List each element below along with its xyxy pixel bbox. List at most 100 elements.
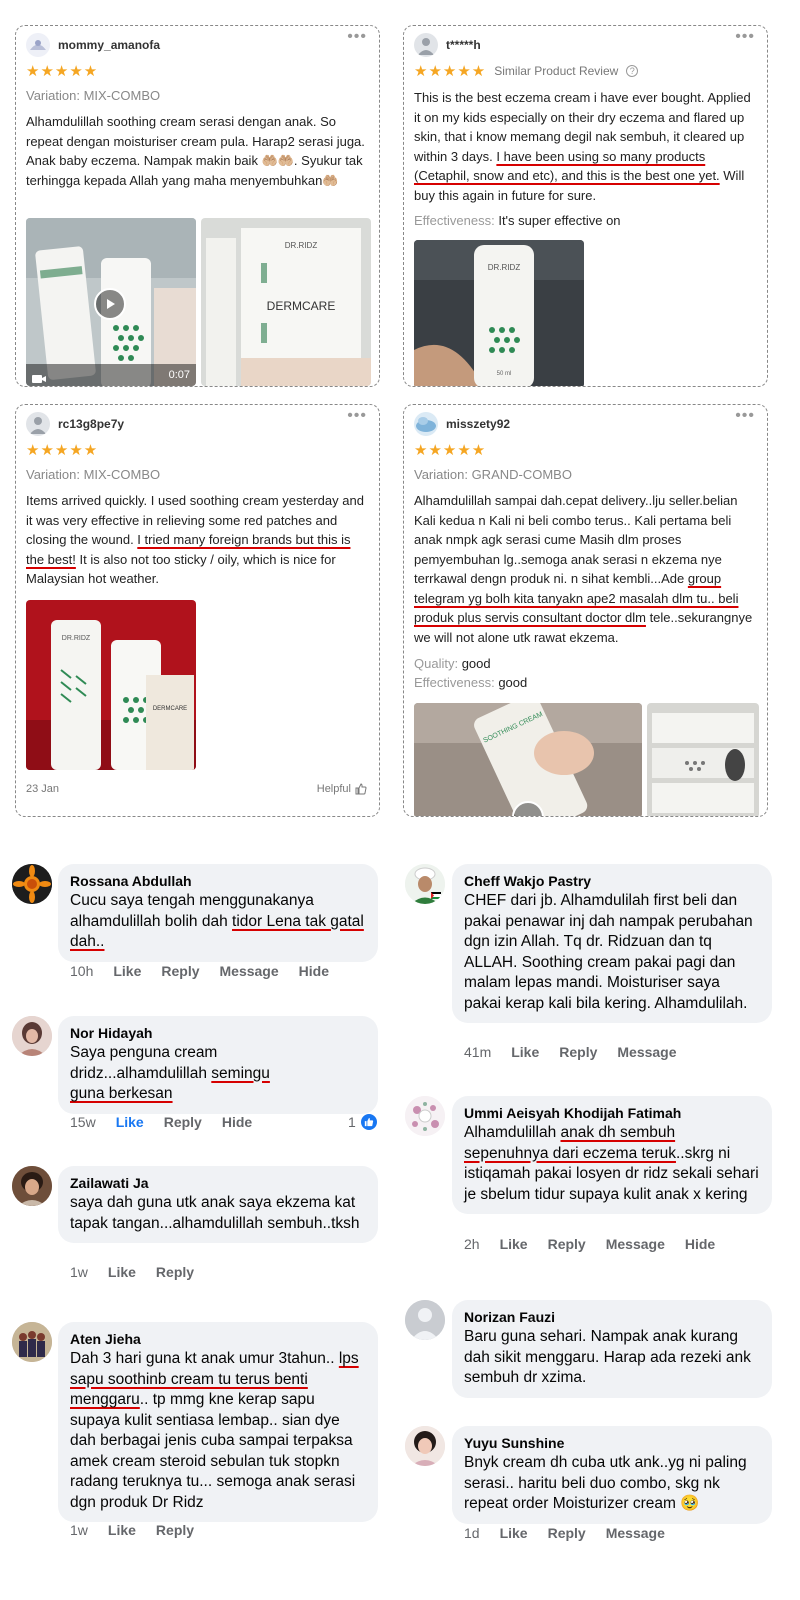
review-video-thumbnail[interactable]: 0:07 — [26, 218, 196, 386]
reply-button[interactable]: Reply — [164, 1114, 202, 1130]
commenter-name[interactable]: Norizan Fauzi — [464, 1308, 760, 1327]
comment-bubble: Ummi Aeisyah Khodijah Fatimah Alhamdulil… — [452, 1096, 772, 1214]
commenter-name[interactable]: Ummi Aeisyah Khodijah Fatimah — [464, 1104, 760, 1123]
hide-button[interactable]: Hide — [685, 1236, 715, 1252]
review-username[interactable]: misszety92 — [446, 417, 510, 431]
review-variation: Variation: MIX-COMBO — [26, 467, 161, 482]
quality-row: Quality: good — [414, 654, 757, 674]
stars-icon: ★★★★★ — [26, 63, 99, 80]
avatar[interactable] — [405, 1300, 445, 1340]
like-button[interactable]: Like — [511, 1044, 539, 1060]
like-button[interactable]: Like — [113, 963, 141, 979]
user-avatar[interactable] — [414, 33, 438, 57]
effectiveness-label: Effectiveness: — [414, 675, 495, 690]
comment-timestamp[interactable]: 1w — [70, 1264, 88, 1280]
reply-button[interactable]: Reply — [156, 1522, 194, 1538]
user-avatar[interactable] — [414, 412, 438, 436]
photo-dermcare-text: DERMCARE — [267, 299, 336, 313]
commenter-name[interactable]: Cheff Wakjo Pastry — [464, 872, 760, 891]
review-username[interactable]: rc13g8pe7y — [58, 417, 124, 431]
comment-timestamp[interactable]: 2h — [464, 1236, 480, 1252]
commenter-name[interactable]: Nor Hidayah — [70, 1024, 366, 1043]
reply-button[interactable]: Reply — [161, 963, 199, 979]
photo-volume-text: 50 ml — [497, 371, 512, 377]
comment-timestamp[interactable]: 41m — [464, 1044, 491, 1060]
review-video-thumbnail[interactable]: SOOTHING CREAM — [414, 703, 642, 816]
commenter-name[interactable]: Zailawati Ja — [70, 1174, 366, 1193]
reply-button[interactable]: Reply — [156, 1264, 194, 1280]
commenter-name[interactable]: Yuyu Sunshine — [464, 1434, 760, 1453]
avatar[interactable] — [12, 864, 52, 904]
comment-text-part: Saya penguna cream dridz...alhamdulillah — [70, 1044, 218, 1082]
comment-text-part: .. tp mmg kne kerap sapu supaya kulit se… — [70, 1391, 356, 1511]
message-button[interactable]: Message — [606, 1236, 665, 1252]
like-button[interactable]: Like — [500, 1525, 528, 1541]
user-avatar[interactable] — [26, 412, 50, 436]
review-text: This is the best eczema cream i have eve… — [414, 88, 757, 205]
comment-timestamp[interactable]: 15w — [70, 1114, 96, 1130]
like-button[interactable]: Like — [116, 1114, 144, 1130]
review-footer: 23 Jan Helpful — [26, 783, 367, 795]
comment-actions: 2h Like Reply Message Hide — [464, 1236, 715, 1252]
hide-button[interactable]: Hide — [222, 1114, 252, 1130]
avatar[interactable] — [12, 1166, 52, 1206]
helpful-button[interactable]: Helpful — [317, 783, 367, 795]
commenter-name[interactable]: Rossana Abdullah — [70, 872, 366, 891]
reaction-count[interactable]: 1 — [348, 1114, 377, 1130]
review-photo[interactable] — [647, 703, 759, 816]
avatar[interactable] — [405, 1096, 445, 1136]
review-photo[interactable]: DR.RIDZ DERMCARE — [201, 218, 371, 386]
comment-text: saya dah guna utk anak saya ekzema kat t… — [70, 1194, 360, 1232]
message-button[interactable]: Message — [606, 1525, 665, 1541]
like-button[interactable]: Like — [108, 1264, 136, 1280]
stars-icon: ★★★★★ — [414, 63, 487, 80]
star-rating: ★★★★★ — [26, 62, 98, 80]
comment-timestamp[interactable]: 1w — [70, 1522, 88, 1538]
comment-actions: 15w Like Reply Hide — [70, 1114, 252, 1130]
reply-button[interactable]: Reply — [559, 1044, 597, 1060]
like-button[interactable]: Like — [500, 1236, 528, 1252]
effectiveness-row: Effectiveness: good — [414, 673, 757, 693]
star-rating: ★★★★★ — [26, 441, 98, 459]
video-camera-icon — [32, 371, 46, 386]
comment-bubble: Zailawati Ja saya dah guna utk anak saya… — [58, 1166, 378, 1243]
comment-timestamp[interactable]: 1d — [464, 1525, 480, 1541]
hide-button[interactable]: Hide — [299, 963, 329, 979]
comment-timestamp[interactable]: 10h — [70, 963, 93, 979]
similar-review-label: Similar Product Review — [494, 64, 619, 78]
like-reaction-icon — [360, 1114, 377, 1130]
star-rating: ★★★★★ — [414, 441, 486, 459]
more-options-icon[interactable]: ••• — [735, 407, 755, 425]
message-button[interactable]: Message — [220, 963, 279, 979]
avatar[interactable] — [405, 1426, 445, 1466]
avatar[interactable] — [405, 864, 445, 904]
review-photo[interactable]: DR.RIDZ 50 ml — [414, 240, 584, 386]
review-header: rc13g8pe7y — [26, 411, 124, 437]
reply-button[interactable]: Reply — [548, 1525, 586, 1541]
user-avatar[interactable] — [26, 33, 50, 57]
comment-bubble: Cheff Wakjo Pastry CHEF dari jb. Alhamdu… — [452, 864, 772, 1023]
message-button[interactable]: Message — [617, 1044, 676, 1060]
comment-text: Dah 3 hari guna kt anak umur 3tahun.. lp… — [70, 1349, 366, 1513]
avatar[interactable] — [12, 1016, 52, 1056]
comment-bubble: Nor Hidayah Saya penguna cream dridz...a… — [58, 1016, 378, 1114]
info-icon[interactable]: ? — [626, 65, 639, 77]
play-icon[interactable] — [94, 288, 126, 320]
more-options-icon[interactable]: ••• — [735, 28, 755, 46]
more-options-icon[interactable]: ••• — [347, 407, 367, 425]
comment-text: Bnyk cream dh cuba utk ank..yg ni paling… — [464, 1454, 747, 1512]
avatar[interactable] — [12, 1322, 52, 1362]
review-photo[interactable]: DR.RIDZ DERMCARE — [26, 600, 196, 770]
review-header: misszety92 — [414, 411, 510, 437]
more-options-icon[interactable]: ••• — [347, 28, 367, 46]
comment-text: Saya penguna cream dridz...alhamdulillah… — [70, 1043, 366, 1105]
comment-text-part: Alhamdulillah — [464, 1124, 561, 1141]
helpful-label: Helpful — [316, 783, 351, 795]
reaction-number: 1 — [348, 1114, 356, 1130]
like-button[interactable]: Like — [108, 1522, 136, 1538]
commenter-name[interactable]: Aten Jieha — [70, 1330, 366, 1349]
review-username[interactable]: t*****h — [446, 38, 481, 52]
reply-button[interactable]: Reply — [548, 1236, 586, 1252]
photo-brand-text: DR.RIDZ — [488, 263, 521, 272]
review-username[interactable]: mommy_amanofa — [58, 38, 160, 52]
